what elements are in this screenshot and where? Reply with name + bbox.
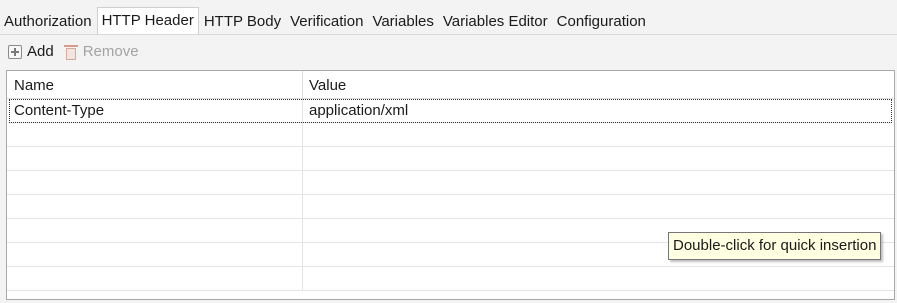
trash-icon	[63, 44, 78, 60]
remove-button-label: Remove	[82, 43, 139, 60]
table-row[interactable]: Content-Type application/xml	[9, 99, 892, 123]
tab-divider	[0, 34, 897, 35]
header-toolbar: Add Remove	[8, 41, 139, 63]
column-header-name[interactable]: Name	[7, 71, 303, 98]
table-row[interactable]	[7, 195, 894, 219]
header-name-cell[interactable]: Content-Type	[9, 99, 303, 122]
tab-strip: Authorization HTTP Header HTTP Body Veri…	[0, 7, 651, 35]
table-row[interactable]	[7, 123, 894, 147]
header-name-cell[interactable]	[7, 267, 303, 290]
tab-http-body[interactable]: HTTP Body	[200, 10, 285, 34]
add-icon	[8, 45, 22, 59]
tab-authorization[interactable]: Authorization	[0, 10, 96, 34]
add-button-label: Add	[27, 43, 54, 60]
add-button[interactable]: Add	[8, 41, 54, 63]
header-name-cell[interactable]	[7, 243, 303, 266]
table-row[interactable]	[7, 267, 894, 291]
table-body: Content-Type application/xml	[7, 99, 894, 299]
header-name-cell[interactable]	[7, 123, 303, 146]
tab-verification[interactable]: Verification	[286, 10, 367, 34]
remove-button[interactable]: Remove	[63, 41, 139, 63]
header-value-cell[interactable]	[303, 267, 894, 290]
table-row[interactable]	[7, 147, 894, 171]
table-row[interactable]	[7, 171, 894, 195]
header-name-cell[interactable]	[7, 195, 303, 218]
table-header: Name Value	[7, 71, 894, 99]
header-value-cell[interactable]: application/xml	[303, 99, 892, 122]
header-value-cell[interactable]	[303, 171, 894, 194]
http-request-editor: Authorization HTTP Header HTTP Body Veri…	[0, 0, 897, 303]
header-name-cell[interactable]	[7, 147, 303, 170]
tab-http-header[interactable]: HTTP Header	[96, 7, 199, 35]
quick-insertion-tooltip: Double-click for quick insertion	[668, 232, 882, 260]
tab-variables[interactable]: Variables	[368, 10, 437, 34]
tab-configuration[interactable]: Configuration	[553, 10, 650, 34]
header-value-cell[interactable]	[303, 123, 894, 146]
header-table: Name Value Content-Type application/xml	[6, 70, 895, 300]
header-value-cell[interactable]	[303, 147, 894, 170]
tab-variables-editor[interactable]: Variables Editor	[439, 10, 552, 34]
column-header-value[interactable]: Value	[303, 71, 894, 98]
header-name-cell[interactable]	[7, 219, 303, 242]
header-value-cell[interactable]	[303, 195, 894, 218]
header-name-cell[interactable]	[7, 171, 303, 194]
